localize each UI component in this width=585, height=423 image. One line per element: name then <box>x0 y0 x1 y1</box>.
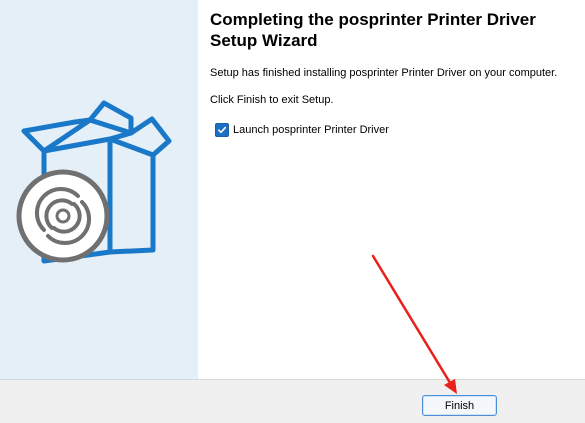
wizard-button-bar <box>0 379 585 423</box>
wizard-sidebar-banner <box>0 0 198 379</box>
software-box-with-disc-icon <box>16 100 172 264</box>
launch-program-label[interactable]: Launch posprinter Printer Driver <box>233 124 389 136</box>
install-complete-message: Setup has finished installing posprinter… <box>210 67 558 79</box>
wizard-content-panel: Completing the posprinter Printer Driver… <box>198 0 585 379</box>
page-title: Completing the posprinter Printer Driver… <box>210 10 536 50</box>
launch-program-checkbox[interactable] <box>215 123 229 137</box>
exit-instruction-message: Click Finish to exit Setup. <box>210 94 334 106</box>
checkmark-icon <box>218 126 227 134</box>
launch-program-checkbox-row[interactable]: Launch posprinter Printer Driver <box>215 123 389 137</box>
finish-button[interactable]: Finish <box>422 395 497 416</box>
